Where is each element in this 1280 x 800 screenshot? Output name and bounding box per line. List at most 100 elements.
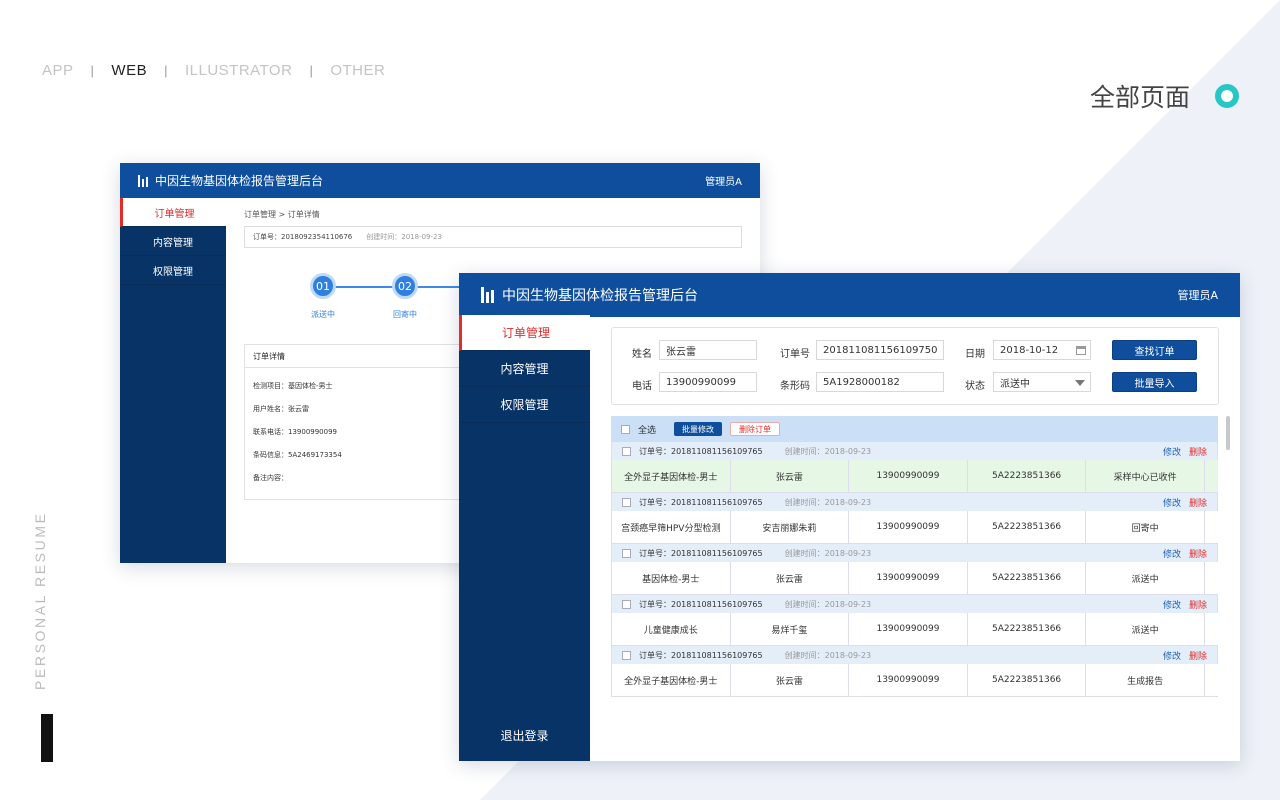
row-actions: 修改 删除 <box>1163 496 1207 509</box>
barcode-input[interactable]: 5A1928000182 <box>816 372 944 392</box>
edit-link[interactable]: 修改 <box>1163 547 1181 560</box>
step-2-label: 回寄中 <box>393 310 417 319</box>
table-row[interactable]: 儿童健康成长 易烊千玺 13900990099 5A2223851366 派送中 <box>611 613 1218 646</box>
cell-user-name: 安吉丽娜朱莉 <box>731 511 850 543</box>
sidebar-item-permissions[interactable]: 权限管理 <box>120 256 226 285</box>
table-row[interactable]: 全外显子基因体检-男士 张云雷 13900990099 5A2223851366 生成报… <box>611 664 1218 697</box>
delete-link[interactable]: 删除 <box>1189 649 1207 662</box>
delete-orders-button[interactable]: 删除订单 <box>730 422 781 436</box>
row-checkbox[interactable] <box>622 650 631 660</box>
portfolio-nav: APP | WEB | ILLUSTRATOR | OTHER <box>42 62 385 79</box>
nav-separator: | <box>164 63 168 78</box>
order-header: 订单号：201811081156109765 创建时间：2018-09-23 修改删… <box>611 646 1218 664</box>
scrollbar[interactable] <box>1226 416 1230 450</box>
search-panel: 姓名 张云雷 订单号 201811081156109750 日期 2018-10… <box>611 327 1219 405</box>
order-info-bar: 订单号：2018092354110676 创建时间：2018-09-23 <box>244 226 742 248</box>
cell-barcode: 5A2223851366 <box>968 664 1087 696</box>
table-row[interactable]: 宫颈癌早筛HPV分型检测 安吉丽娜朱莉 13900990099 5A222385136… <box>611 511 1218 544</box>
delete-link[interactable]: 删除 <box>1189 547 1207 560</box>
sidebar: 订单管理 内容管理 权限管理 退出登录 <box>120 198 226 563</box>
logo-icon <box>138 174 148 187</box>
edit-link[interactable]: 修改 <box>1163 598 1181 611</box>
nav-app[interactable]: APP <box>42 62 74 79</box>
sidebar-item-orders[interactable]: 订单管理 <box>459 315 590 351</box>
edit-link[interactable]: 修改 <box>1163 445 1181 458</box>
row-checkbox[interactable] <box>622 548 631 558</box>
admin-user[interactable]: 管理员A <box>705 173 742 188</box>
name-label: 姓名 <box>632 349 652 360</box>
row-checkbox[interactable] <box>622 599 631 609</box>
order-number: 订单号：201811081156109765 <box>639 599 763 609</box>
cell-status: 生成报告 <box>1086 664 1205 696</box>
delete-link[interactable]: 删除 <box>1189 598 1207 611</box>
cell-phone: 13900990099 <box>849 664 968 696</box>
app-title: 中因生物基因体检报告管理后台 <box>155 174 324 188</box>
table-row[interactable]: 全外显子基因体检-男士 张云雷 13900990099 5A2223851366 采样中… <box>611 460 1218 493</box>
find-order-button[interactable]: 查找订单 <box>1112 340 1197 360</box>
row-actions: 修改 删除 <box>1163 598 1207 611</box>
cell-barcode: 5A2223851366 <box>968 562 1087 594</box>
nav-other[interactable]: OTHER <box>330 62 385 79</box>
cell-test-item: 全外显子基因体检-男士 <box>612 460 731 492</box>
cell-test-item: 宫颈癌早筛HPV分型检测 <box>612 511 731 543</box>
sidebar-item-content[interactable]: 内容管理 <box>459 351 590 387</box>
name-input[interactable]: 张云雷 <box>659 340 757 360</box>
order-number: 订单号：201811081156109765 <box>639 497 763 507</box>
edit-link[interactable]: 修改 <box>1163 649 1181 662</box>
phone-input[interactable]: 13900990099 <box>659 372 757 392</box>
cell-status: 派送中 <box>1086 613 1205 645</box>
cell-phone: 13900990099 <box>849 613 968 645</box>
select-all-checkbox[interactable] <box>621 424 630 434</box>
table-row[interactable]: 基因体检-男士 张云雷 13900990099 5A2223851366 派送中 <box>611 562 1218 595</box>
order-list: 全选 批量修改 删除订单 订单号：201811081156109765 创建时间：… <box>611 416 1218 698</box>
step-2: 02 回寄中 <box>392 273 418 319</box>
breadcrumb: 订单管理 > 订单详情 <box>244 210 320 219</box>
logout-button[interactable]: 退出登录 <box>459 727 590 744</box>
order-number: 订单号：201811081156109765 <box>639 650 763 660</box>
created-time: 创建时间：2018-09-23 <box>784 497 872 507</box>
cell-status: 采样中心已收件 <box>1086 460 1205 492</box>
batch-import-button[interactable]: 批量导入 <box>1112 372 1197 392</box>
nav-separator: | <box>90 63 95 78</box>
sidebar-item-permissions[interactable]: 权限管理 <box>459 387 590 423</box>
cell-user-name: 张云雷 <box>731 664 850 696</box>
delete-link[interactable]: 删除 <box>1189 445 1207 458</box>
created-time: 创建时间：2018-09-23 <box>784 548 872 558</box>
page-heading: 全部页面 <box>1090 83 1191 112</box>
date-input[interactable]: 2018-10-12 <box>993 340 1091 360</box>
row-checkbox[interactable] <box>622 497 631 507</box>
ring-icon <box>1215 84 1239 108</box>
status-select[interactable]: 派送中 <box>993 372 1091 392</box>
order-rows: 订单号：201811081156109765 创建时间：2018-09-23 修改删… <box>611 442 1218 697</box>
delete-link[interactable]: 删除 <box>1189 496 1207 509</box>
sidebar-item-content[interactable]: 内容管理 <box>120 227 226 256</box>
order-number: 订单号：201811081156109765 <box>639 548 763 558</box>
cell-phone: 13900990099 <box>849 460 968 492</box>
order-header: 订单号：201811081156109765 创建时间：2018-09-23 修改删… <box>611 442 1218 460</box>
batch-edit-button[interactable]: 批量修改 <box>674 422 723 436</box>
step-2-number: 02 <box>392 273 418 299</box>
cell-barcode: 5A2223851366 <box>968 511 1087 543</box>
nav-web[interactable]: WEB <box>111 62 147 79</box>
edit-link[interactable]: 修改 <box>1163 496 1181 509</box>
calendar-icon[interactable] <box>1076 346 1086 355</box>
row-checkbox[interactable] <box>622 446 631 456</box>
chevron-down-icon <box>1075 380 1085 386</box>
cell-user-name: 易烊千玺 <box>731 613 850 645</box>
side-bar <box>41 714 53 762</box>
order-header: 订单号：201811081156109765 创建时间：2018-09-23 修改删… <box>611 544 1218 562</box>
logo-icon <box>481 287 494 303</box>
admin-user[interactable]: 管理员A <box>1177 287 1218 303</box>
nav-illustrator[interactable]: ILLUSTRATOR <box>185 62 292 79</box>
cell-status: 回寄中 <box>1086 511 1205 543</box>
order-label: 订单号 <box>780 349 810 360</box>
date-label: 日期 <box>965 349 985 360</box>
select-all-label: 全选 <box>638 425 657 436</box>
cell-phone: 13900990099 <box>849 562 968 594</box>
status-value: 派送中 <box>1000 378 1030 390</box>
cell-status: 派送中 <box>1086 562 1205 594</box>
sidebar-item-orders[interactable]: 订单管理 <box>120 198 226 227</box>
row-actions: 修改 删除 <box>1163 649 1207 662</box>
app-title: 中因生物基因体检报告管理后台 <box>502 288 698 304</box>
order-input[interactable]: 201811081156109750 <box>816 340 944 360</box>
